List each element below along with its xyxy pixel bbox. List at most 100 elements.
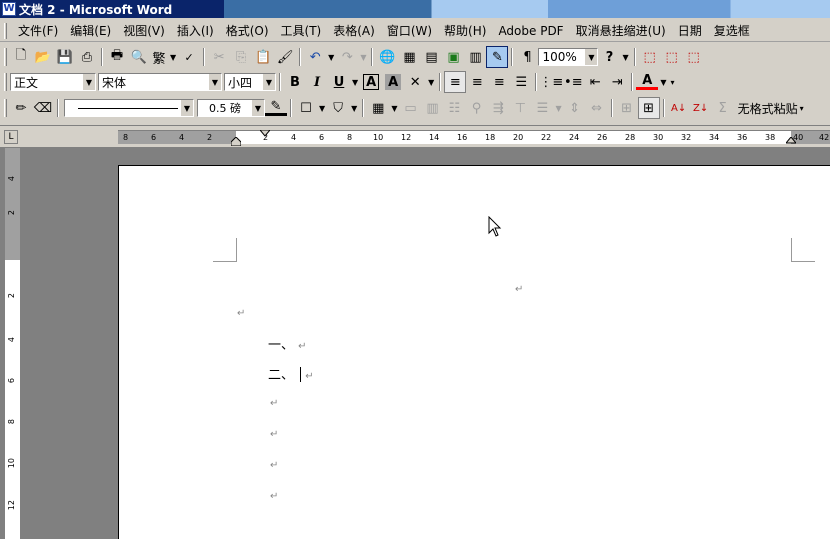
open-folder-icon[interactable]: 📂 bbox=[32, 46, 54, 68]
line-style-select[interactable]: ▼ bbox=[64, 99, 194, 117]
convert-pdf-icon[interactable]: ⬚ bbox=[639, 46, 661, 68]
convert-pdf-email-icon[interactable]: ⬚ bbox=[661, 46, 683, 68]
distribute-cols-icon[interactable]: ⇶ bbox=[487, 97, 509, 119]
show-marks-icon[interactable]: ¶ bbox=[516, 46, 538, 68]
toolbar-options-icon[interactable]: ▾ bbox=[670, 78, 674, 87]
toolbar-grip[interactable] bbox=[4, 48, 7, 66]
chevron-down-icon[interactable]: ▼ bbox=[428, 78, 434, 87]
sort-descending-icon[interactable]: Z↓ bbox=[690, 97, 712, 119]
insert-excel-icon[interactable]: ▣ bbox=[442, 46, 464, 68]
chevron-down-icon[interactable]: ▼ bbox=[328, 53, 334, 62]
list-item[interactable]: 二、 ↵ bbox=[268, 364, 314, 383]
menu-date[interactable]: 日期 bbox=[672, 22, 708, 39]
paste-icon[interactable]: 📋 bbox=[252, 46, 274, 68]
char-shading-button[interactable]: A bbox=[385, 74, 402, 90]
shading-color-icon[interactable]: ⛉ bbox=[327, 97, 349, 119]
word-app-icon[interactable]: W bbox=[2, 2, 16, 16]
permission-icon[interactable]: ⎙ bbox=[76, 46, 98, 68]
chevron-down-icon[interactable]: ▼ bbox=[208, 74, 221, 90]
menu-grip[interactable] bbox=[4, 22, 7, 39]
underline-button[interactable]: U bbox=[328, 71, 350, 93]
chevron-down-icon[interactable]: ▼ bbox=[82, 74, 95, 90]
outside-border-icon[interactable]: ☐ bbox=[295, 97, 317, 119]
align-right-icon[interactable]: ≡ bbox=[488, 71, 510, 93]
toolbar-options-icon[interactable]: ▾ bbox=[800, 104, 804, 113]
list-item[interactable]: 一、 ↵ bbox=[268, 334, 307, 353]
border-color-icon[interactable]: ✎ bbox=[265, 99, 287, 116]
bullets-icon[interactable]: •≡ bbox=[562, 71, 584, 93]
chevron-down-icon[interactable]: ▼ bbox=[555, 104, 561, 113]
char-border-button[interactable]: A bbox=[363, 74, 380, 90]
undo-icon[interactable]: ↶ bbox=[304, 46, 326, 68]
chevron-down-icon[interactable]: ▼ bbox=[584, 49, 598, 65]
chevron-down-icon[interactable]: ▼ bbox=[262, 74, 275, 90]
menu-view[interactable]: 视图(V) bbox=[117, 22, 171, 39]
chevron-down-icon[interactable]: ▼ bbox=[319, 104, 325, 113]
insert-table-icon[interactable]: ▦ bbox=[367, 97, 389, 119]
show-gridlines-icon[interactable]: ⊞ bbox=[637, 97, 660, 119]
traditional-chinese-button[interactable]: 繁 bbox=[150, 46, 168, 68]
help-icon[interactable]: ? bbox=[598, 46, 620, 68]
vertical-ruler[interactable]: 4 2 2 4 6 8 10 12 bbox=[4, 148, 20, 539]
char-scale-icon[interactable]: ✕ bbox=[404, 71, 426, 93]
distribute-rows-icon[interactable]: ⚲ bbox=[465, 97, 487, 119]
menu-unhang-indent[interactable]: 取消悬挂缩进(U) bbox=[570, 22, 672, 39]
chevron-down-icon[interactable]: ▼ bbox=[391, 104, 397, 113]
chevron-down-icon[interactable]: ▼ bbox=[622, 53, 628, 62]
menu-window[interactable]: 窗口(W) bbox=[381, 22, 438, 39]
line-weight-select[interactable]: 0.5 磅 ▼ bbox=[197, 99, 265, 117]
chevron-down-icon[interactable]: ▼ bbox=[351, 104, 357, 113]
table-autoformat-icon[interactable]: ⊤ bbox=[509, 97, 531, 119]
distribute-icon[interactable]: ☰ bbox=[510, 71, 532, 93]
align-justify-icon[interactable]: ≡ bbox=[444, 71, 467, 93]
new-document-icon[interactable]: 🗋 bbox=[10, 46, 32, 68]
menu-file[interactable]: 文件(F) bbox=[12, 22, 64, 39]
draw-table-pencil-icon[interactable]: ✏ bbox=[10, 97, 32, 119]
menu-checkbox[interactable]: 复选框 bbox=[708, 22, 756, 39]
redo-icon[interactable]: ↷ bbox=[336, 46, 358, 68]
decrease-indent-icon[interactable]: ⇤ bbox=[584, 71, 606, 93]
sort-ascending-icon[interactable]: A↓ bbox=[668, 97, 690, 119]
italic-button[interactable]: I bbox=[306, 71, 328, 93]
chevron-down-icon[interactable]: ▼ bbox=[360, 53, 366, 62]
zoom-select[interactable]: 100% ▼ bbox=[538, 48, 599, 66]
spelling-icon[interactable]: ✓ bbox=[178, 46, 200, 68]
style-select[interactable]: 正文 ▼ bbox=[10, 73, 96, 91]
drawing-icon[interactable]: ✎ bbox=[486, 46, 509, 68]
autosum-icon[interactable]: Σ bbox=[712, 97, 734, 119]
menu-edit[interactable]: 编辑(E) bbox=[64, 22, 117, 39]
hyperlink-icon[interactable]: 🌐 bbox=[376, 46, 398, 68]
distribute-cols-evenly-icon[interactable]: ⇔ bbox=[586, 97, 608, 119]
right-indent-marker[interactable] bbox=[786, 137, 796, 145]
font-color-button[interactable]: A bbox=[636, 73, 659, 90]
columns-icon[interactable]: ▥ bbox=[464, 46, 486, 68]
cut-icon[interactable]: ✂ bbox=[208, 46, 230, 68]
bold-button[interactable]: B bbox=[284, 71, 306, 93]
left-indent-marker[interactable] bbox=[231, 137, 241, 146]
save-icon[interactable]: 💾 bbox=[54, 46, 76, 68]
chevron-down-icon[interactable]: ▼ bbox=[352, 78, 358, 87]
toolbar-grip[interactable] bbox=[4, 73, 7, 91]
print-preview-icon[interactable]: 🔍 bbox=[128, 46, 150, 68]
eraser-icon[interactable]: ⌫ bbox=[32, 97, 54, 119]
tab-selector[interactable]: L bbox=[4, 130, 18, 144]
menu-format[interactable]: 格式(O) bbox=[220, 22, 275, 39]
first-line-indent-marker[interactable] bbox=[260, 130, 270, 138]
menu-insert[interactable]: 插入(I) bbox=[171, 22, 220, 39]
menu-help[interactable]: 帮助(H) bbox=[438, 22, 492, 39]
align-center-icon[interactable]: ≡ bbox=[466, 71, 488, 93]
format-painter-icon[interactable]: 🖌 bbox=[274, 46, 296, 68]
menu-tools[interactable]: 工具(T) bbox=[275, 22, 328, 39]
table-props-icon[interactable]: ⊞ bbox=[616, 97, 638, 119]
chevron-down-icon[interactable]: ▼ bbox=[251, 100, 264, 116]
numbering-icon[interactable]: ⋮≡ bbox=[539, 71, 563, 93]
font-select[interactable]: 宋体 ▼ bbox=[98, 73, 222, 91]
convert-pdf-review-icon[interactable]: ⬚ bbox=[683, 46, 705, 68]
copy-icon[interactable]: ⎘ bbox=[230, 46, 252, 68]
font-size-select[interactable]: 小四 ▼ bbox=[224, 73, 276, 91]
horizontal-ruler[interactable]: 8 6 4 2 2 4 6 8 10 12 14 16 18 20 22 24 … bbox=[118, 130, 830, 146]
distribute-rows-evenly-icon[interactable]: ⇕ bbox=[564, 97, 586, 119]
chevron-down-icon[interactable]: ▼ bbox=[660, 78, 666, 87]
align-cell-icon[interactable]: ☷ bbox=[443, 97, 465, 119]
chevron-down-icon[interactable]: ▼ bbox=[170, 53, 176, 62]
